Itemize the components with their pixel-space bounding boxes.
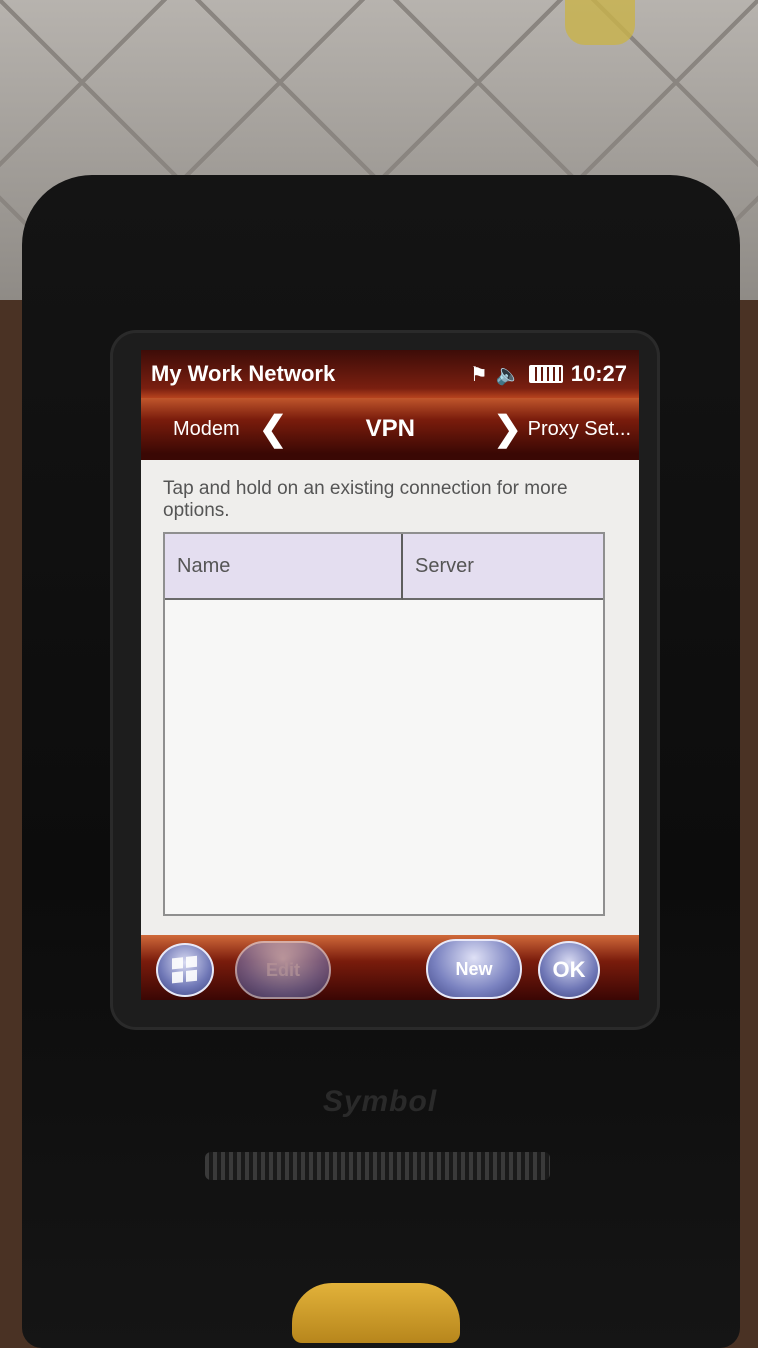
column-header-server[interactable]: Server xyxy=(403,534,603,600)
softkey-bar: Edit New OK xyxy=(141,935,639,1000)
vpn-connections-list[interactable]: Name Server xyxy=(163,532,605,916)
scan-trigger-button[interactable] xyxy=(292,1283,460,1343)
start-button[interactable] xyxy=(156,943,214,997)
status-icons: ⚑ 🔈 10:27 xyxy=(470,361,627,387)
device-brand-logo: Symbol xyxy=(322,1085,438,1118)
device-screen: My Work Network ⚑ 🔈 10:27 Modem ❮ VPN ❯ … xyxy=(141,350,639,1000)
instruction-text: Tap and hold on an existing connection f… xyxy=(163,478,568,521)
speaker-grille xyxy=(205,1152,550,1180)
background-object xyxy=(565,0,635,45)
tab-proxy-settings[interactable]: Proxy Set... xyxy=(528,418,631,441)
chevron-left-icon[interactable]: ❮ xyxy=(253,409,293,449)
tab-modem[interactable]: Modem xyxy=(173,418,253,441)
table-header: Name Server xyxy=(165,534,603,600)
connectivity-icon[interactable]: ⚑ xyxy=(470,362,488,387)
new-button[interactable]: New xyxy=(426,939,522,999)
battery-icon[interactable] xyxy=(528,365,563,383)
speaker-muted-icon[interactable]: 🔈 xyxy=(496,362,521,387)
tab-bar: Modem ❮ VPN ❯ Proxy Set... xyxy=(141,398,639,460)
tab-vpn[interactable]: VPN xyxy=(293,415,488,443)
windows-logo-icon xyxy=(172,955,198,985)
clock[interactable]: 10:27 xyxy=(571,361,627,387)
column-header-name[interactable]: Name xyxy=(165,534,403,600)
ok-button[interactable]: OK xyxy=(538,941,600,999)
title-bar: My Work Network ⚑ 🔈 10:27 xyxy=(141,350,639,398)
chevron-right-icon[interactable]: ❯ xyxy=(488,409,528,449)
window-title: My Work Network xyxy=(151,361,336,386)
edit-button[interactable]: Edit xyxy=(235,941,331,999)
